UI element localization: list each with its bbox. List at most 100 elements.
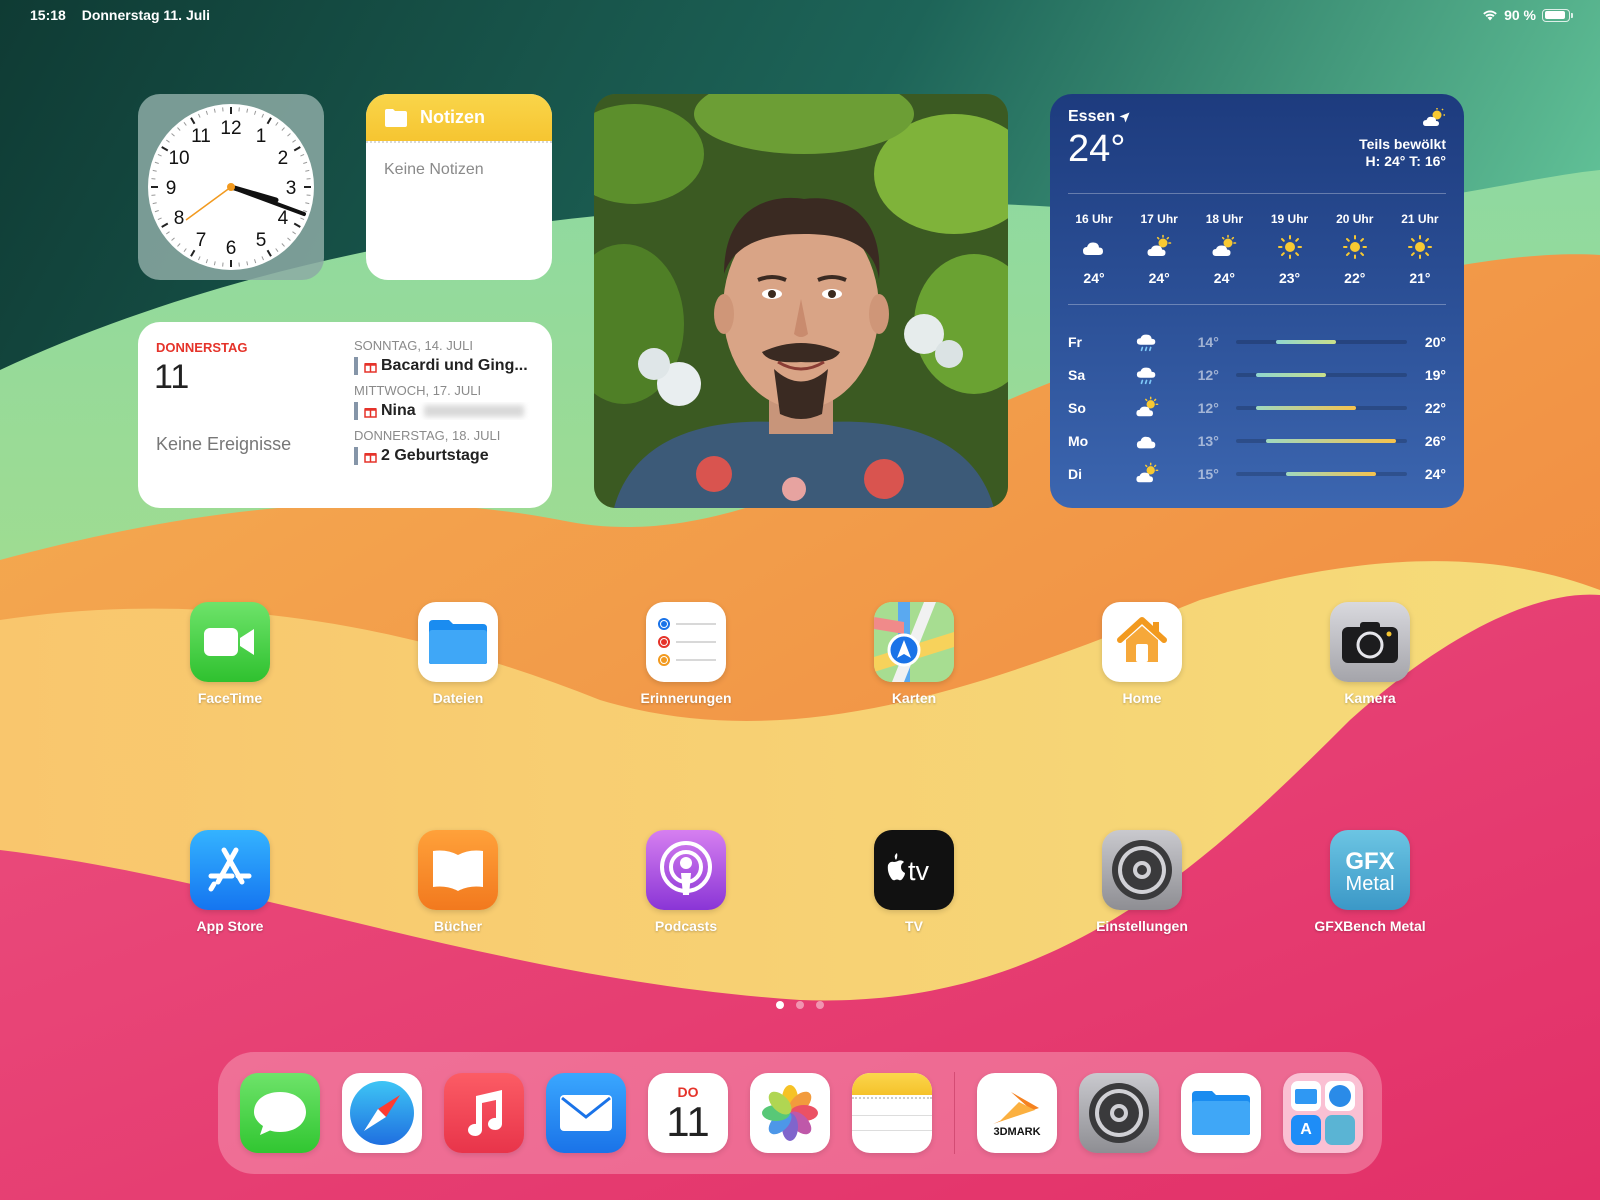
calendar-icon[interactable]: DO 11	[648, 1073, 728, 1153]
app-store-icon: A	[1291, 1115, 1321, 1145]
gfxbench-icon[interactable]: GFX Metal	[1330, 830, 1410, 910]
tv-icon[interactable]: tv	[874, 830, 954, 910]
calendar-event[interactable]: Bacardi und Ging...	[354, 357, 539, 375]
app-facetime[interactable]: FaceTime	[170, 602, 290, 706]
hour-temp: 24°	[1148, 270, 1170, 286]
analog-clock: 12 12 3 45678 9 1011	[148, 104, 314, 270]
partly-sunny-icon	[1136, 462, 1159, 482]
app-library-icon[interactable]: A	[1283, 1073, 1363, 1153]
daily-forecast-row: So 12° 22°	[1068, 391, 1446, 424]
day-high: 20°	[1424, 333, 1446, 350]
day-high: 24°	[1424, 465, 1446, 482]
app-app-store[interactable]: App Store	[170, 830, 290, 934]
app-podcasts[interactable]: Podcasts	[626, 830, 746, 934]
daily-forecast-row: Di 15° 24°	[1068, 457, 1446, 490]
calendar-icon-day: 11	[666, 1098, 710, 1145]
hour-temp: 21°	[1409, 270, 1431, 286]
weather-widget[interactable]: Essen 24° Teils bewölkt H: 24° T: 16° 16…	[1050, 94, 1464, 508]
mail-icon[interactable]	[546, 1073, 626, 1153]
calendar-weekday: DONNERSTAG	[156, 340, 248, 355]
app-label: FaceTime	[197, 690, 263, 706]
reminders-icon[interactable]	[646, 602, 726, 682]
day-high: 26°	[1424, 432, 1446, 449]
app-maps[interactable]: Karten	[854, 602, 974, 706]
battery-percent: 90 %	[1504, 7, 1536, 23]
messages-icon[interactable]	[240, 1073, 320, 1153]
sun-icon	[1277, 235, 1302, 259]
home-icon[interactable]	[1102, 602, 1182, 682]
music-icon[interactable]	[444, 1073, 524, 1153]
hour-label: 19 Uhr	[1270, 212, 1309, 226]
clock-number: 4	[278, 208, 289, 229]
app-store-icon[interactable]	[190, 830, 270, 910]
calendar-event[interactable]: 2 Geburtstage	[354, 447, 539, 465]
settings-icon[interactable]	[1102, 830, 1182, 910]
camera-icon[interactable]	[1330, 602, 1410, 682]
notes-icon[interactable]	[852, 1073, 932, 1153]
calendar-event[interactable]: Nina	[354, 402, 539, 420]
gift-icon	[364, 407, 377, 418]
3dmark-icon[interactable]: 3DMARK	[977, 1073, 1057, 1153]
weather-high-low: H: 24° T: 16°	[1365, 153, 1446, 169]
day-label: Di	[1068, 465, 1082, 482]
app-camera[interactable]: Kamera	[1310, 602, 1430, 706]
notes-widget[interactable]: Notizen Keine Notizen	[366, 94, 552, 280]
clock-number: 8	[174, 208, 185, 229]
status-time: 15:18	[30, 7, 66, 23]
sun-icon	[1342, 235, 1367, 259]
calendar-widget[interactable]: DONNERSTAG 11 Keine Ereignisse SONNTAG, …	[138, 322, 552, 508]
page-indicator[interactable]	[0, 1001, 1600, 1009]
svg-text:tv: tv	[908, 856, 930, 886]
hourly-forecast-item: 18 Uhr 24°	[1198, 212, 1250, 304]
hour-temp: 24°	[1213, 270, 1235, 286]
event-title: Nina	[381, 402, 416, 419]
podcasts-icon[interactable]	[646, 830, 726, 910]
safari-icon[interactable]	[342, 1073, 422, 1153]
calendar-day-number: 11	[154, 358, 190, 396]
gift-icon	[364, 452, 377, 463]
page-dot[interactable]	[816, 1001, 824, 1009]
notes-widget-header: Notizen	[366, 94, 552, 141]
event-date-header: SONNTAG, 14. JULI	[354, 338, 473, 353]
app-books[interactable]: Bücher	[398, 830, 518, 934]
temp-range-fill	[1265, 438, 1396, 443]
gfx-text: GFX	[1345, 848, 1394, 875]
app-tv[interactable]: tv TV	[854, 830, 974, 934]
app-label: Einstellungen	[1096, 918, 1188, 934]
hourly-forecast-item: 16 Uhr 24°	[1068, 212, 1120, 304]
settings-icon[interactable]	[1079, 1073, 1159, 1153]
clock-number: 9	[166, 178, 177, 199]
books-icon[interactable]	[418, 830, 498, 910]
gift-icon	[364, 362, 377, 373]
notes-widget-title: Notizen	[420, 107, 485, 127]
clock-number: 7	[196, 230, 207, 251]
app-settings[interactable]: Einstellungen	[1082, 830, 1202, 934]
facetime-icon[interactable]	[190, 602, 270, 682]
photo-widget[interactable]	[594, 94, 1008, 508]
weather-condition: Teils bewölkt	[1359, 136, 1446, 152]
app-gfxbench[interactable]: GFX Metal GFXBench Metal	[1310, 830, 1430, 934]
hour-temp: 23°	[1278, 270, 1301, 286]
clock-number: 6	[226, 238, 237, 259]
hourly-forecast: 16 Uhr 24° 17 Uhr 24° 18 Uhr 24° 19 Uhr 23° 20 U…	[1068, 194, 1446, 304]
maps-icon[interactable]	[874, 602, 954, 682]
temp-range-bar	[1235, 339, 1408, 344]
3dmark-label: 3DMARK	[993, 1126, 1041, 1138]
page-dot[interactable]	[776, 1001, 784, 1009]
files-icon[interactable]	[1181, 1073, 1261, 1153]
photos-icon[interactable]	[750, 1073, 830, 1153]
daily-forecast: Fr 14° 20° Sa 12° 19° So 12° 22° Mo 13° 26° Di 15° 24°	[1068, 305, 1446, 490]
temp-range-bar	[1235, 471, 1408, 476]
app-home[interactable]: Home	[1082, 602, 1202, 706]
app-label: Erinnerungen	[640, 690, 732, 706]
app-files[interactable]: Dateien	[398, 602, 518, 706]
page-dot[interactable]	[796, 1001, 804, 1009]
partly-sunny-icon	[1212, 234, 1237, 256]
files-icon[interactable]	[418, 602, 498, 682]
app-reminders[interactable]: Erinnerungen	[626, 602, 746, 706]
partly-sunny-icon	[1136, 396, 1159, 416]
status-bar: 15:18 Donnerstag 11. Juli 90 %	[0, 0, 1600, 30]
calendar-upcoming-events: SONNTAG, 14. JULI Bacardi und Ging... MI…	[354, 338, 539, 473]
status-date: Donnerstag 11. Juli	[81, 7, 211, 23]
clock-widget[interactable]: 12 1 2 3 4 5 6 7 8 9 10 11	[138, 94, 324, 280]
